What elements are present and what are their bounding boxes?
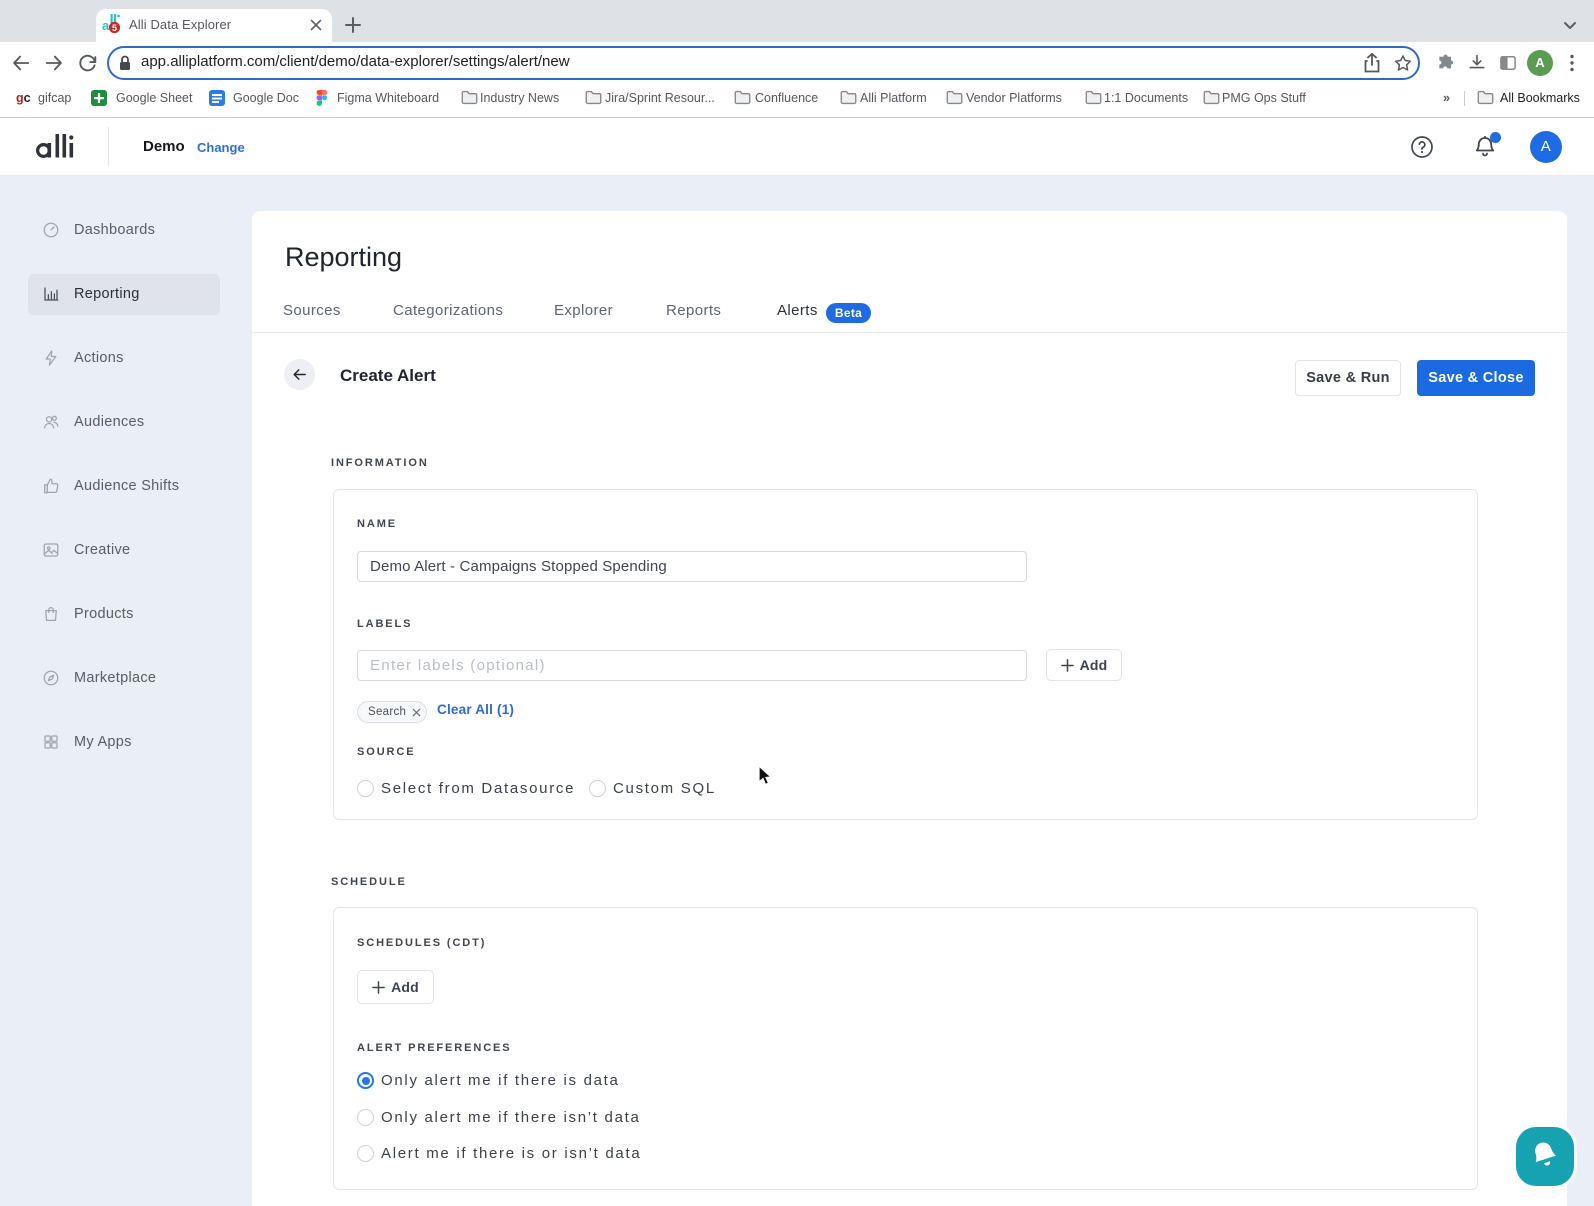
- svg-text:a: a: [102, 18, 110, 33]
- svg-text:5: 5: [112, 23, 117, 33]
